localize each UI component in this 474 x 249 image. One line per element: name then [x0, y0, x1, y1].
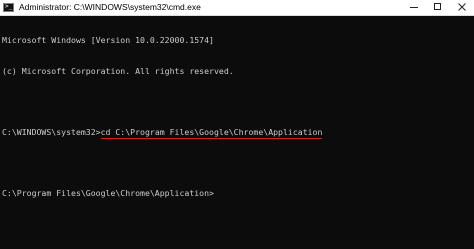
console-output[interactable]: Microsoft Windows [Version 10.0.22000.15…: [2, 15, 462, 219]
close-icon: [458, 3, 466, 11]
copyright-line: (c) Microsoft Corporation. All rights re…: [2, 66, 234, 76]
maximize-icon: [434, 3, 441, 10]
scrollbar[interactable]: [470, 16, 474, 249]
minimize-icon: [410, 7, 418, 8]
command-line: C:\WINDOWS\system32>cd C:\Program Files\…: [2, 127, 462, 140]
window-title: Administrator: C:\WINDOWS\system32\cmd.e…: [19, 2, 201, 12]
minimize-button[interactable]: [402, 0, 426, 15]
window-controls: [402, 0, 474, 15]
cmd-window: >_ Administrator: C:\WINDOWS\system32\cm…: [0, 0, 474, 249]
cd-command: cd C:\Program Files\Google\Chrome\Applic…: [100, 127, 323, 140]
version-line: Microsoft Windows [Version 10.0.22000.15…: [2, 35, 214, 46]
current-prompt-line[interactable]: C:\Program Files\Google\Chrome\Applicati…: [2, 188, 462, 198]
title-bar[interactable]: >_ Administrator: C:\WINDOWS\system32\cm…: [0, 0, 474, 16]
close-button[interactable]: [450, 0, 474, 15]
highlight-underline: [100, 138, 323, 140]
command-text: cd C:\Program Files\Google\Chrome\Applic…: [100, 127, 323, 138]
prompt: C:\WINDOWS\system32>: [2, 127, 101, 138]
current-prompt: C:\Program Files\Google\Chrome\Applicati…: [2, 188, 214, 199]
cmd-prompt-icon: >_: [3, 3, 14, 12]
maximize-button[interactable]: [426, 0, 450, 15]
